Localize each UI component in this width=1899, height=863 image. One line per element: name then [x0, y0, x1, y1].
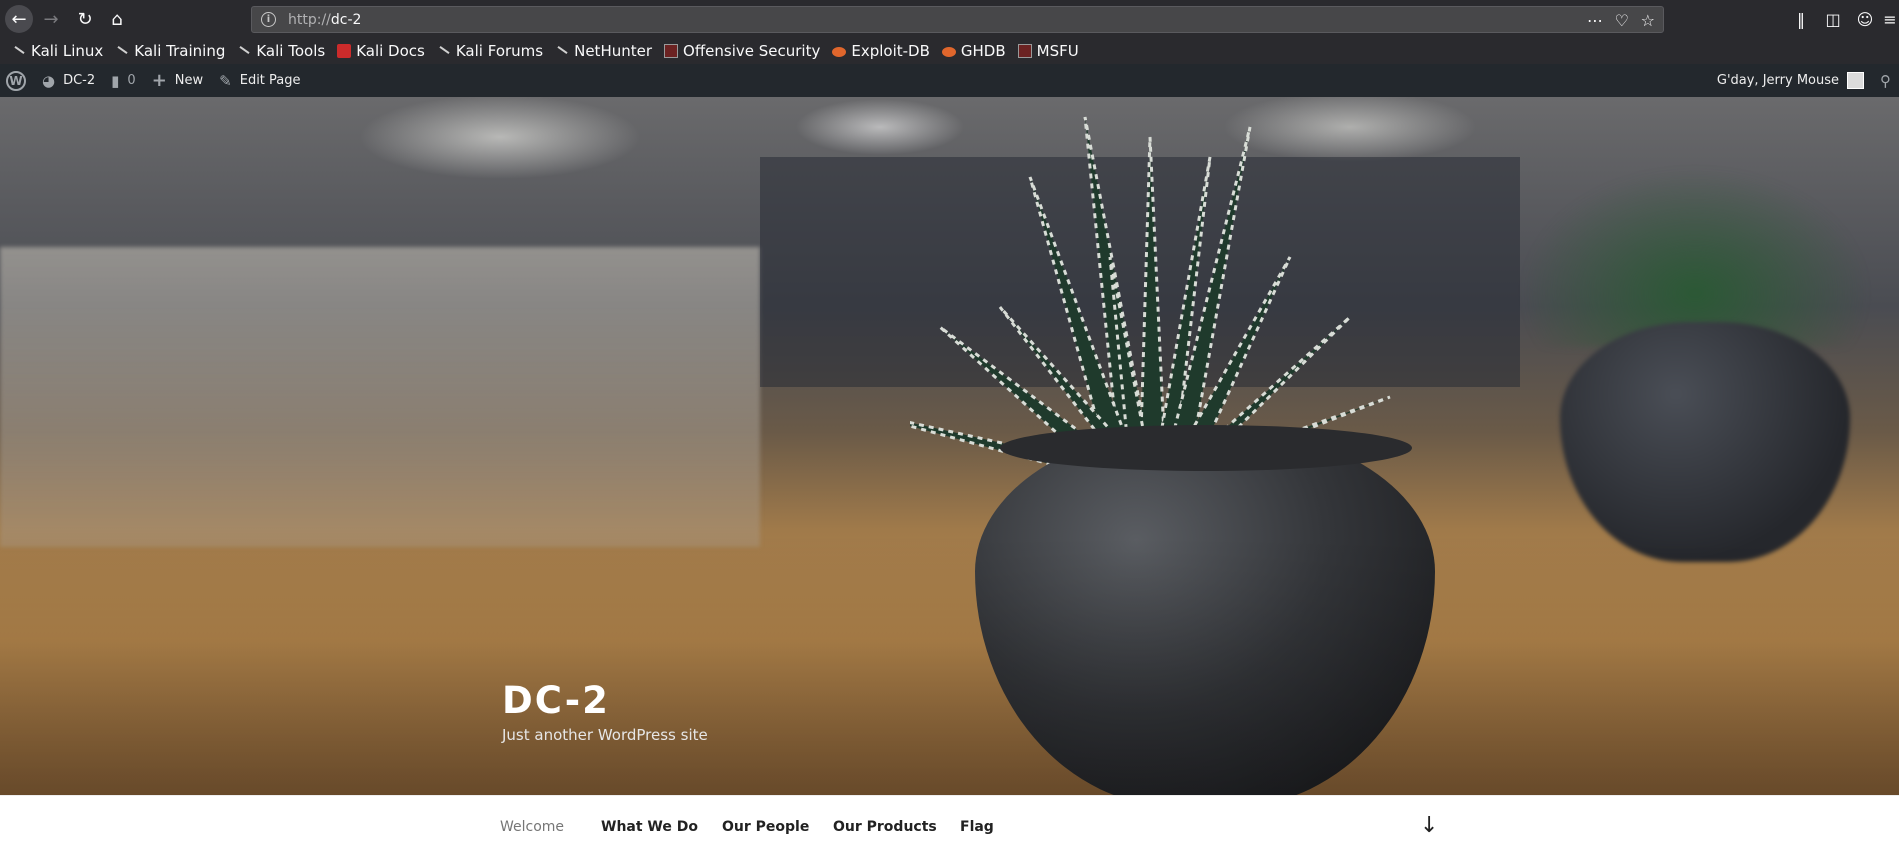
bookmark-star-icon[interactable]: ☆ [1641, 11, 1655, 30]
new-content-menu[interactable]: + New [144, 64, 211, 97]
nav-item-our-products[interactable]: Our Products [833, 819, 937, 835]
forward-button[interactable]: → [37, 5, 65, 33]
bookmark-label: Kali Tools [256, 42, 326, 60]
bookmark-kali-linux[interactable]: Kali Linux [12, 42, 103, 60]
wp-logo-menu[interactable]: W [0, 64, 34, 97]
exploit-db-icon [832, 47, 847, 57]
bookmark-kali-training[interactable]: Kali Training [115, 42, 225, 60]
site-name-menu[interactable]: ◕ DC-2 [34, 64, 103, 97]
edit-page-link[interactable]: ✎ Edit Page [211, 64, 308, 97]
comments-menu[interactable]: ▮ 0 [103, 64, 144, 97]
bookmark-label: Exploit-DB [851, 42, 930, 60]
site-name: DC-2 [63, 73, 96, 88]
sidebar-icon[interactable]: ◫ [1817, 10, 1849, 29]
page-actions-icon[interactable]: ⋯ [1587, 11, 1603, 30]
nethunter-icon [555, 44, 569, 58]
bookmark-label: Offensive Security [683, 42, 821, 60]
bookmark-label: GHDB [960, 42, 1006, 60]
bookmark-label: Kali Forums [455, 42, 544, 60]
pencil-icon: ✎ [219, 71, 232, 90]
wordpress-logo-icon: W [6, 70, 26, 91]
my-account-menu[interactable]: G'day, Jerry Mouse [1709, 64, 1872, 97]
toolbar-right: ‖ ◫ ☺ ≡ [1785, 0, 1899, 38]
new-label: New [174, 73, 204, 88]
bookmark-label: MSFU [1036, 42, 1079, 60]
back-button[interactable]: ← [5, 5, 33, 33]
comments-count: 0 [127, 73, 136, 88]
image-shade [0, 535, 1899, 795]
background-plant [1520, 167, 1870, 347]
search-icon: ⚲ [1880, 71, 1891, 90]
kali-dragon-icon [115, 44, 129, 58]
arrow-right-icon: → [43, 8, 59, 30]
url-host: dc-2 [330, 11, 362, 28]
reload-button[interactable]: ↻ [71, 5, 99, 33]
admin-bar-right: G'day, Jerry Mouse ⚲ [1709, 64, 1899, 97]
nav-item-welcome[interactable]: Welcome [500, 819, 564, 835]
url-scheme: http:// [288, 11, 331, 28]
bookmarks-toolbar: Kali Linux Kali Training Kali Tools Kali… [0, 38, 1899, 64]
menu-icon[interactable]: ≡ [1881, 10, 1899, 29]
site-description: Just another WordPress site [502, 726, 708, 744]
info-icon[interactable]: i [261, 12, 276, 27]
edit-label: Edit Page [239, 73, 301, 88]
arrow-down-icon[interactable]: ↓ [1420, 813, 1438, 838]
kali-dragon-icon [12, 44, 26, 58]
bookmark-kali-tools[interactable]: Kali Tools [237, 42, 325, 60]
background-wall [0, 247, 760, 547]
bookmark-label: Kali Linux [31, 42, 104, 60]
nav-item-flag[interactable]: Flag [960, 819, 994, 835]
kali-docs-icon [337, 44, 352, 58]
header-image [0, 97, 1899, 795]
nav-item-what-we-do[interactable]: What We Do [601, 819, 698, 835]
url-text[interactable]: http://dc-2 [288, 12, 361, 28]
search-toggle[interactable]: ⚲ [1872, 64, 1899, 97]
exploit-db-icon [941, 47, 956, 57]
offsec-icon [1017, 44, 1032, 58]
background-pot [1560, 322, 1850, 562]
avatar [1847, 72, 1864, 89]
home-button[interactable]: ⌂ [103, 5, 131, 33]
library-icon[interactable]: ‖ [1785, 10, 1817, 29]
kali-dragon-icon [237, 44, 251, 58]
account-icon[interactable]: ☺ [1849, 10, 1881, 29]
plant-pot-rim [1000, 425, 1412, 471]
bookmark-exploit-db[interactable]: Exploit-DB [832, 42, 930, 60]
greeting: G'day, Jerry Mouse [1716, 73, 1839, 88]
plus-icon: + [151, 70, 167, 91]
url-bar[interactable]: i http://dc-2 ⋯ ♡ ☆ [251, 6, 1664, 33]
browser-toolbar: ← → ↻ ⌂ i http://dc-2 ⋯ ♡ ☆ ‖ ◫ ☺ ≡ [0, 0, 1899, 38]
wp-admin-bar: W ◕ DC-2 ▮ 0 + New ✎ Edit Page G'day, Jerry … [0, 64, 1899, 97]
bookmark-label: Kali Training [134, 42, 226, 60]
bookmark-msfu[interactable]: MSFU [1017, 42, 1079, 60]
bookmark-label: Kali Docs [356, 42, 425, 60]
reload-icon: ↻ [77, 8, 93, 30]
offsec-icon [664, 44, 679, 58]
nav-item-our-people[interactable]: Our People [722, 819, 809, 835]
bookmark-label: NetHunter [574, 42, 653, 60]
bookmark-kali-forums[interactable]: Kali Forums [437, 42, 543, 60]
pocket-icon[interactable]: ♡ [1615, 11, 1629, 30]
bookmark-kali-docs[interactable]: Kali Docs [337, 42, 425, 60]
bookmark-nethunter[interactable]: NetHunter [555, 42, 652, 60]
site-title[interactable]: DC-2 [502, 679, 610, 722]
comment-icon: ▮ [111, 71, 120, 90]
main-navigation: Welcome What We Do Our People Our Produc… [0, 795, 1899, 863]
bookmark-offensive-security[interactable]: Offensive Security [664, 42, 820, 60]
kali-dragon-icon [437, 44, 451, 58]
arrow-left-icon: ← [11, 8, 27, 30]
bookmark-ghdb[interactable]: GHDB [941, 42, 1006, 60]
home-icon: ⌂ [111, 8, 123, 30]
dashboard-icon: ◕ [42, 71, 56, 90]
